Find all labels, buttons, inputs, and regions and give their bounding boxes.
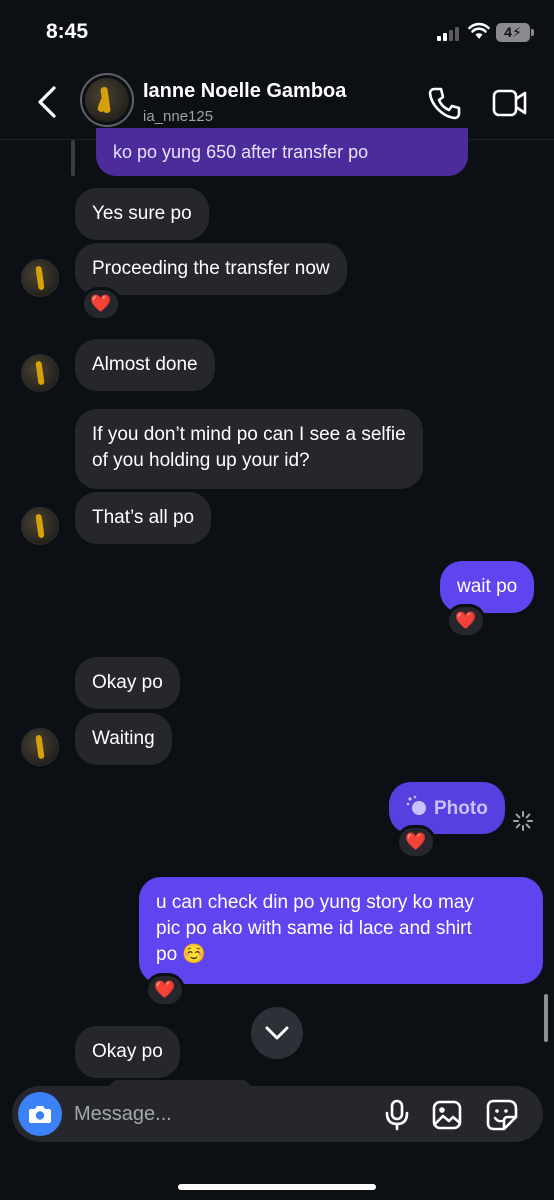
message-bubble-incoming[interactable]: Yes sure po: [75, 188, 209, 240]
battery-icon: 4⚡: [496, 23, 530, 42]
status-bar: 8:45 4⚡: [0, 0, 554, 66]
back-icon[interactable]: [34, 84, 60, 120]
heart-icon[interactable]: ❤️: [145, 973, 185, 1007]
loading-icon: [513, 811, 533, 831]
message-bubble-incoming[interactable]: Okay po: [75, 657, 180, 709]
message-bubble-incoming[interactable]: Okay po: [75, 1026, 180, 1078]
message-line: po ☺️: [156, 944, 207, 965]
sticker-icon[interactable]: [486, 1099, 518, 1131]
gallery-icon[interactable]: [432, 1100, 462, 1130]
home-indicator[interactable]: [178, 1184, 376, 1190]
message-input[interactable]: [74, 1099, 374, 1129]
sender-avatar[interactable]: [21, 259, 59, 297]
cellular-signal-icon: [437, 27, 463, 41]
message-line: If you don’t mind po can I see a selfie: [92, 424, 406, 445]
heart-icon[interactable]: ❤️: [396, 825, 436, 859]
phone-icon[interactable]: [428, 86, 462, 120]
contact-avatar[interactable]: [80, 73, 134, 127]
battery-level: 4: [504, 24, 512, 40]
scroll-to-bottom-button[interactable]: [251, 1007, 303, 1059]
status-time: 8:45: [46, 20, 89, 43]
message-bubble-outgoing[interactable]: u can check din po yung story ko may pic…: [139, 877, 543, 984]
message-line: u can check din po yung story ko may: [156, 892, 474, 913]
camera-icon: [29, 1106, 51, 1123]
video-icon[interactable]: [492, 88, 528, 118]
message-composer: [12, 1086, 543, 1142]
sender-avatar[interactable]: [21, 507, 59, 545]
message-bubble-incoming[interactable]: Proceeding the transfer now: [75, 243, 347, 295]
message-line: pic po ako with same id lace and shirt: [156, 918, 472, 939]
message-line: of you holding up your id?: [92, 450, 310, 471]
quote-bar: [71, 140, 75, 176]
photo-label: Photo: [434, 798, 488, 819]
mic-icon[interactable]: [384, 1099, 410, 1131]
scrollbar[interactable]: [544, 994, 548, 1042]
heart-icon[interactable]: ❤️: [81, 287, 121, 321]
battery-tip: [531, 29, 534, 36]
contact-username[interactable]: ia_nne125: [143, 108, 213, 125]
message-bubble-incoming[interactable]: Almost done: [75, 339, 215, 391]
sender-avatar[interactable]: [21, 728, 59, 766]
chevron-down-icon: [265, 1026, 289, 1040]
sender-avatar[interactable]: [21, 354, 59, 392]
wifi-icon: [468, 22, 490, 39]
camera-button[interactable]: [18, 1092, 62, 1136]
heart-icon[interactable]: ❤️: [446, 604, 486, 638]
message-bubble-incoming[interactable]: If you don’t mind po can I see a selfie …: [75, 409, 423, 489]
photo-icon: [406, 795, 428, 817]
message-bubble-incoming[interactable]: Waiting: [75, 713, 172, 765]
quoted-message[interactable]: ko po yung 650 after transfer po: [96, 128, 468, 176]
contact-name[interactable]: Ianne Noelle Gamboa: [143, 80, 346, 103]
message-bubble-incoming[interactable]: That’s all po: [75, 492, 212, 544]
